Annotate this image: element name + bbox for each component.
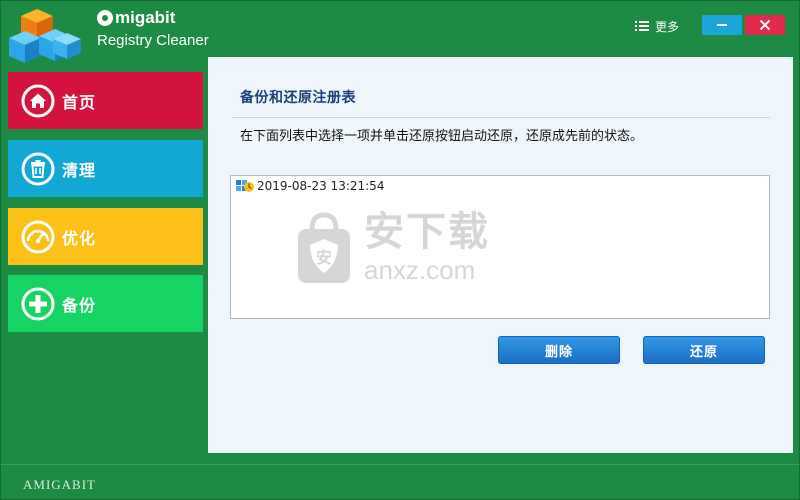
restore-button[interactable]: 还原 xyxy=(643,336,765,364)
menu-list-icon xyxy=(635,21,649,31)
more-menu-button[interactable]: 更多 xyxy=(635,16,679,36)
minimize-icon xyxy=(717,24,727,26)
backup-list[interactable]: 2019-08-23 13:21:54 xyxy=(230,175,770,319)
page-title: 备份和还原注册表 xyxy=(240,90,356,106)
close-button[interactable] xyxy=(745,15,785,35)
registry-backup-icon xyxy=(236,180,254,192)
footer-divider xyxy=(1,464,799,465)
brand-a-icon xyxy=(97,10,113,26)
app-window: migabit Registry Cleaner 更多 首页 清理 优化 备份 … xyxy=(0,0,800,500)
minimize-button[interactable] xyxy=(702,15,742,35)
title-divider xyxy=(232,117,770,118)
nav-item-label: 清理 xyxy=(62,160,97,180)
nav-item-backup[interactable]: 备份 xyxy=(8,275,203,332)
product-name: Registry Cleaner xyxy=(97,32,209,49)
backup-timestamp: 2019-08-23 13:21:54 xyxy=(257,179,385,193)
nav-item-clean[interactable]: 清理 xyxy=(8,140,203,197)
home-icon xyxy=(20,83,56,119)
nav-item-label: 备份 xyxy=(62,295,97,315)
nav-item-label: 首页 xyxy=(62,92,97,112)
brand-logo: migabit xyxy=(97,8,175,28)
more-label: 更多 xyxy=(655,19,680,34)
page-description: 在下面列表中选择一项并单击还原按钮启动还原，还原成先前的状态。 xyxy=(240,129,644,144)
nav-item-optimize[interactable]: 优化 xyxy=(8,208,203,265)
list-item[interactable]: 2019-08-23 13:21:54 xyxy=(231,176,769,196)
nav-item-label: 优化 xyxy=(62,228,97,248)
backup-restore-panel: 备份和还原注册表 在下面列表中选择一项并单击还原按钮启动还原，还原成先前的状态。… xyxy=(208,57,793,453)
gauge-icon xyxy=(20,219,56,255)
delete-button[interactable]: 删除 xyxy=(498,336,620,364)
close-icon xyxy=(759,19,771,31)
logo-cubes-icon xyxy=(9,9,81,63)
nav-item-home[interactable]: 首页 xyxy=(8,72,203,129)
plus-circle-icon xyxy=(20,286,56,322)
footer-brand: AMIGABIT xyxy=(23,477,96,492)
trash-icon xyxy=(20,151,56,187)
brand-name: migabit xyxy=(115,8,176,27)
